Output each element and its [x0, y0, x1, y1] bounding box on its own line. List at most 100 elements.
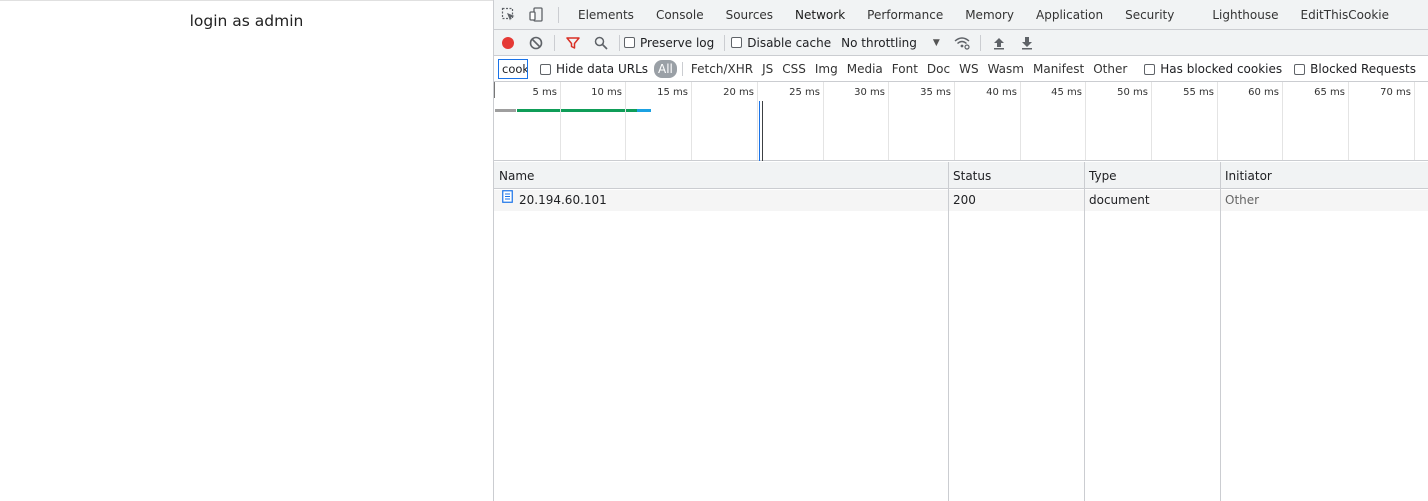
filter-type-all[interactable]: All [654, 60, 677, 78]
overview-grid-line [1217, 82, 1218, 160]
tab-security[interactable]: Security [1114, 0, 1185, 29]
overview-grid-line [823, 82, 824, 160]
clear-icon[interactable] [522, 30, 550, 55]
search-icon[interactable] [587, 30, 615, 55]
filter-type-js[interactable]: JS [758, 60, 777, 78]
inspect-element-icon[interactable] [494, 0, 522, 29]
column-header-initiator[interactable]: Initiator [1220, 162, 1272, 189]
overview-grid-line [1414, 82, 1415, 160]
overview-grid-line [1151, 82, 1152, 160]
resource-type-filters: All Fetch/XHR JS CSS Img Media Font Doc WS Wasm Ma… [654, 60, 1132, 78]
throttling-select[interactable]: No throttling ▼ [841, 36, 940, 50]
requests-table: Name Status Type Initiator 20.194.60.101… [494, 162, 1428, 501]
filter-icon[interactable] [559, 30, 587, 55]
network-overview-timeline[interactable]: 5 ms 10 ms 15 ms 20 ms 25 ms 30 ms 35 ms 40 ms 4… [494, 82, 1428, 161]
filter-divider [681, 62, 683, 76]
filter-type-img[interactable]: Img [811, 60, 842, 78]
filter-type-manifest[interactable]: Manifest [1029, 60, 1088, 78]
page-heading-text: login as admin [189, 12, 304, 30]
overview-bar-queue [495, 109, 516, 112]
filter-input-wrapper: ✕ [498, 59, 528, 79]
filter-type-other[interactable]: Other [1089, 60, 1131, 78]
devtools-panel: Elements Console Sources Network Performance… [493, 0, 1428, 501]
disable-cache-box[interactable] [731, 37, 743, 48]
blocked-requests-box[interactable] [1294, 63, 1306, 75]
disable-cache-label: Disable cache [747, 35, 832, 50]
overview-tick-label: 60 ms [1248, 87, 1279, 98]
overview-grid-line [954, 82, 955, 160]
has-blocked-cookies-box[interactable] [1144, 63, 1156, 75]
device-toolbar-icon[interactable] [522, 0, 550, 29]
network-conditions-icon[interactable] [948, 30, 976, 55]
devtools-tabs: Elements Console Sources Network Performance… [567, 0, 1401, 29]
overview-grid-line [560, 82, 561, 160]
column-divider[interactable] [1084, 162, 1085, 501]
tab-memory[interactable]: Memory [954, 0, 1025, 29]
filter-input[interactable] [502, 62, 527, 76]
preserve-log-label: Preserve log [640, 35, 715, 50]
overview-grid-line [1085, 82, 1086, 160]
toolbar-divider [619, 34, 620, 51]
overview-left-handle[interactable] [494, 82, 495, 98]
column-header-status[interactable]: Status [948, 162, 991, 189]
filter-type-fetch-xhr[interactable]: Fetch/XHR [687, 60, 757, 78]
overview-grid-line [625, 82, 626, 160]
overview-tick-label: 15 ms [657, 87, 688, 98]
toolbar-divider [554, 34, 555, 51]
column-header-type[interactable]: Type [1084, 162, 1117, 189]
filter-type-css[interactable]: CSS [778, 60, 810, 78]
overview-tick-label: 5 ms [532, 87, 558, 98]
table-row[interactable]: 20.194.60.101 200 document Other [494, 190, 1428, 211]
request-initiator-cell: Other [1225, 193, 1260, 207]
network-toolbar: Preserve log Disable cache No throttling… [494, 30, 1428, 56]
tab-network[interactable]: Network [784, 0, 857, 29]
column-divider[interactable] [948, 162, 949, 501]
requests-table-header: Name Status Type Initiator [494, 162, 1428, 189]
request-name-cell[interactable]: 20.194.60.101 [494, 190, 607, 211]
request-status-cell: 200 [953, 193, 976, 207]
overview-grid-line [757, 82, 758, 160]
column-header-name[interactable]: Name [494, 162, 534, 189]
toolbar-divider [724, 34, 726, 51]
tab-performance[interactable]: Performance [856, 0, 954, 29]
tab-lighthouse[interactable]: Lighthouse [1201, 0, 1289, 29]
overview-grid-line [1282, 82, 1283, 160]
filter-type-doc[interactable]: Doc [923, 60, 954, 78]
column-divider[interactable] [1220, 162, 1221, 501]
overview-tick-label: 65 ms [1314, 87, 1345, 98]
overview-grid-line [1348, 82, 1349, 160]
hide-data-urls-checkbox[interactable]: Hide data URLs [539, 62, 649, 76]
network-filter-bar: ✕ Hide data URLs All Fetch/XHRJSCSSImgMed… [494, 57, 1428, 82]
filter-type-ws[interactable]: WS [955, 60, 982, 78]
devtools-tab-bar: Elements Console Sources Network Performance… [494, 0, 1428, 30]
filter-type-font[interactable]: Font [888, 60, 922, 78]
request-name: 20.194.60.101 [519, 193, 607, 207]
tab-application[interactable]: Application [1025, 0, 1114, 29]
overview-grid-line [691, 82, 692, 160]
record-icon[interactable] [494, 30, 522, 55]
export-har-icon[interactable] [1013, 30, 1041, 55]
chevron-down-icon: ▼ [932, 37, 940, 48]
tab-editthiscookie[interactable]: EditThisCookie [1290, 0, 1401, 29]
tab-sources[interactable]: Sources [715, 0, 784, 29]
throttling-value: No throttling [841, 35, 917, 50]
overview-bar-content [637, 109, 651, 112]
overview-tick-label: 50 ms [1117, 87, 1148, 98]
preserve-log-checkbox[interactable]: Preserve log [624, 36, 714, 50]
has-blocked-cookies-checkbox[interactable]: Has blocked cookies [1144, 62, 1282, 76]
tab-console[interactable]: Console [645, 0, 715, 29]
overview-bar-download [517, 109, 637, 112]
overview-tick-label: 55 ms [1183, 87, 1214, 98]
import-har-icon[interactable] [985, 30, 1013, 55]
preserve-log-box[interactable] [624, 37, 635, 48]
inspected-page: login as admin [0, 0, 493, 501]
hide-data-urls-label: Hide data URLs [555, 62, 649, 76]
filter-type-wasm[interactable]: Wasm [984, 60, 1028, 78]
tab-elements[interactable]: Elements [567, 0, 645, 29]
blocked-requests-checkbox[interactable]: Blocked Requests [1294, 62, 1416, 76]
disable-cache-checkbox[interactable]: Disable cache [731, 36, 831, 50]
has-blocked-cookies-label: Has blocked cookies [1160, 62, 1283, 76]
hide-data-urls-box[interactable] [539, 63, 551, 75]
filter-type-media[interactable]: Media [843, 60, 887, 78]
overview-tick-label: 45 ms [1051, 87, 1082, 98]
